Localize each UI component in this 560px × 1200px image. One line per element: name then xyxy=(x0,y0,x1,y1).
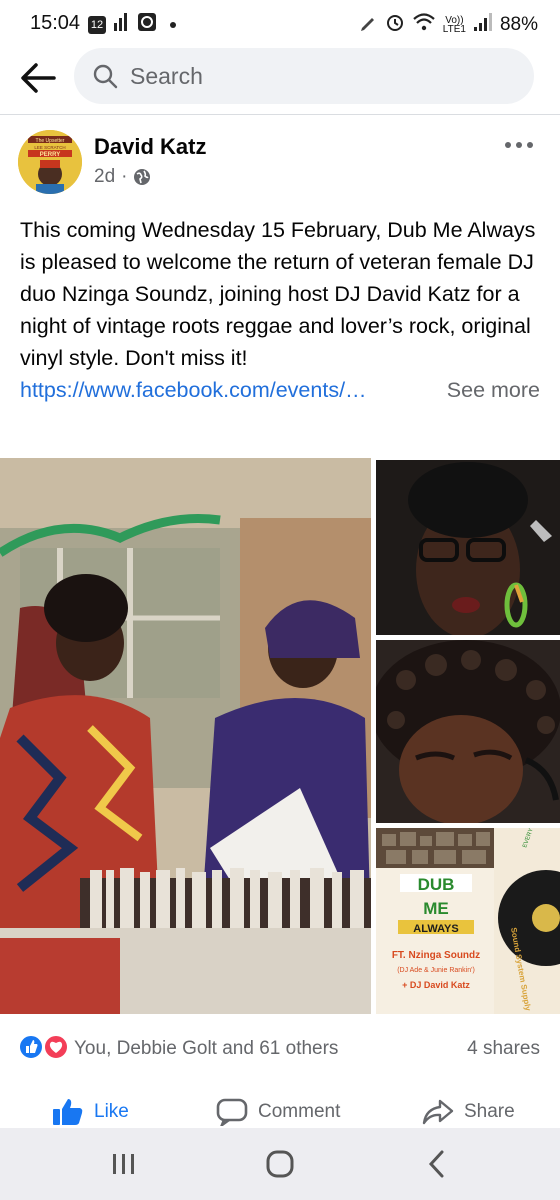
post-author[interactable]: David Katz xyxy=(94,134,206,160)
alarm-icon xyxy=(385,12,405,38)
top-bar: Search xyxy=(0,46,560,112)
status-left-icons: 12 xyxy=(88,13,176,36)
status-right-icons: Vo)) LTE1 88% xyxy=(359,12,538,38)
share-label: Share xyxy=(464,1101,515,1122)
poster-title-3: ALWAYS xyxy=(413,923,458,935)
avatar-banner-name: PERRY xyxy=(40,152,60,158)
status-time: 15:04 xyxy=(30,12,81,34)
photo-grid: DUB ME ALWAYS FT. Nzinga Soundz (DJ Ade … xyxy=(0,458,560,1014)
avatar-banner-top: The Upsetter xyxy=(36,138,65,144)
back-button[interactable] xyxy=(18,60,58,96)
photo-two-women-records xyxy=(0,458,371,1014)
back-arrow-icon xyxy=(21,63,56,93)
photo-main[interactable] xyxy=(0,458,371,1014)
chevron-left-icon xyxy=(428,1150,444,1178)
lte-label: LTE1 xyxy=(442,24,466,35)
post-body: This coming Wednesday 15 February, Dub M… xyxy=(20,214,545,406)
event-poster: DUB ME ALWAYS FT. Nzinga Soundz (DJ Ade … xyxy=(376,828,560,1014)
header-divider xyxy=(0,114,560,115)
post-age[interactable]: 2d xyxy=(94,166,115,188)
cell-signal-icon xyxy=(473,13,492,37)
meta-separator: · xyxy=(121,166,128,187)
status-dot-icon xyxy=(170,21,176,28)
battery-percent: 88% xyxy=(499,14,538,35)
poster-title-1: DUB xyxy=(418,875,455,894)
post-message: This coming Wednesday 15 February, Dub M… xyxy=(20,218,536,370)
shares-count[interactable]: 4 shares xyxy=(467,1038,540,1060)
android-nav-bar xyxy=(0,1128,560,1200)
comment-icon xyxy=(216,1098,248,1126)
signal-bars-icon xyxy=(114,13,130,36)
lte-indicator: Vo)) LTE1 xyxy=(442,16,466,35)
reactions-count[interactable]: You, Debbie Golt and 61 others xyxy=(74,1038,338,1060)
recent-apps-button[interactable] xyxy=(104,1148,144,1180)
avatar[interactable]: The Upsetter LEE SCRATCH PERRY xyxy=(18,130,82,194)
status-bar: 15:04 12 Vo)) LTE1 88% xyxy=(0,0,560,46)
system-back-button[interactable] xyxy=(418,1148,458,1180)
poster-feat-sub: (DJ Ade & Junie Rankin') xyxy=(397,967,475,974)
poster-host: + DJ David Katz xyxy=(402,980,470,990)
post-meta: 2d · xyxy=(94,166,151,188)
post-link-line: https://www.facebook.com/events/… See mo… xyxy=(20,374,540,406)
avatar-banner-mid: LEE SCRATCH xyxy=(34,145,65,150)
globe-icon xyxy=(134,169,151,185)
photo-woman-glasses xyxy=(376,460,560,635)
photo-middle-right[interactable] xyxy=(376,640,560,823)
more-options-icon[interactable] xyxy=(504,140,534,150)
recent-apps-icon xyxy=(113,1154,134,1174)
like-label: Like xyxy=(94,1101,129,1122)
comment-button[interactable]: Comment xyxy=(216,1098,340,1126)
event-link[interactable]: https://www.facebook.com/events/… xyxy=(20,374,367,406)
see-more-link[interactable]: See more xyxy=(447,374,540,406)
poster-feat: FT. Nzinga Soundz xyxy=(392,950,480,961)
share-arrow-icon xyxy=(422,1099,454,1125)
thumbs-up-icon xyxy=(53,1099,83,1125)
photo-top-right[interactable] xyxy=(376,460,560,635)
poster-title-2: ME xyxy=(423,899,449,918)
home-icon xyxy=(266,1150,294,1178)
photo-woman-curls xyxy=(376,640,560,823)
search-icon xyxy=(93,64,118,89)
search-input[interactable]: Search xyxy=(74,48,534,104)
avatar-image: The Upsetter LEE SCRATCH PERRY xyxy=(18,130,82,194)
home-button[interactable] xyxy=(260,1148,300,1180)
photo-event-poster[interactable]: DUB ME ALWAYS FT. Nzinga Soundz (DJ Ade … xyxy=(376,828,560,1014)
post-header: The Upsetter LEE SCRATCH PERRY David Kat… xyxy=(0,122,560,202)
pen-icon xyxy=(359,13,377,37)
notification-count-icon: 12 xyxy=(88,15,106,34)
share-button[interactable]: Share xyxy=(422,1098,515,1126)
reaction-icons xyxy=(18,1034,69,1060)
clock-app-icon xyxy=(138,13,156,36)
like-button[interactable]: Like xyxy=(52,1098,129,1126)
reactions-bar[interactable]: You, Debbie Golt and 61 others 4 shares xyxy=(0,1030,560,1066)
wifi-icon xyxy=(413,13,435,37)
search-placeholder: Search xyxy=(130,62,203,89)
comment-label: Comment xyxy=(258,1101,341,1122)
